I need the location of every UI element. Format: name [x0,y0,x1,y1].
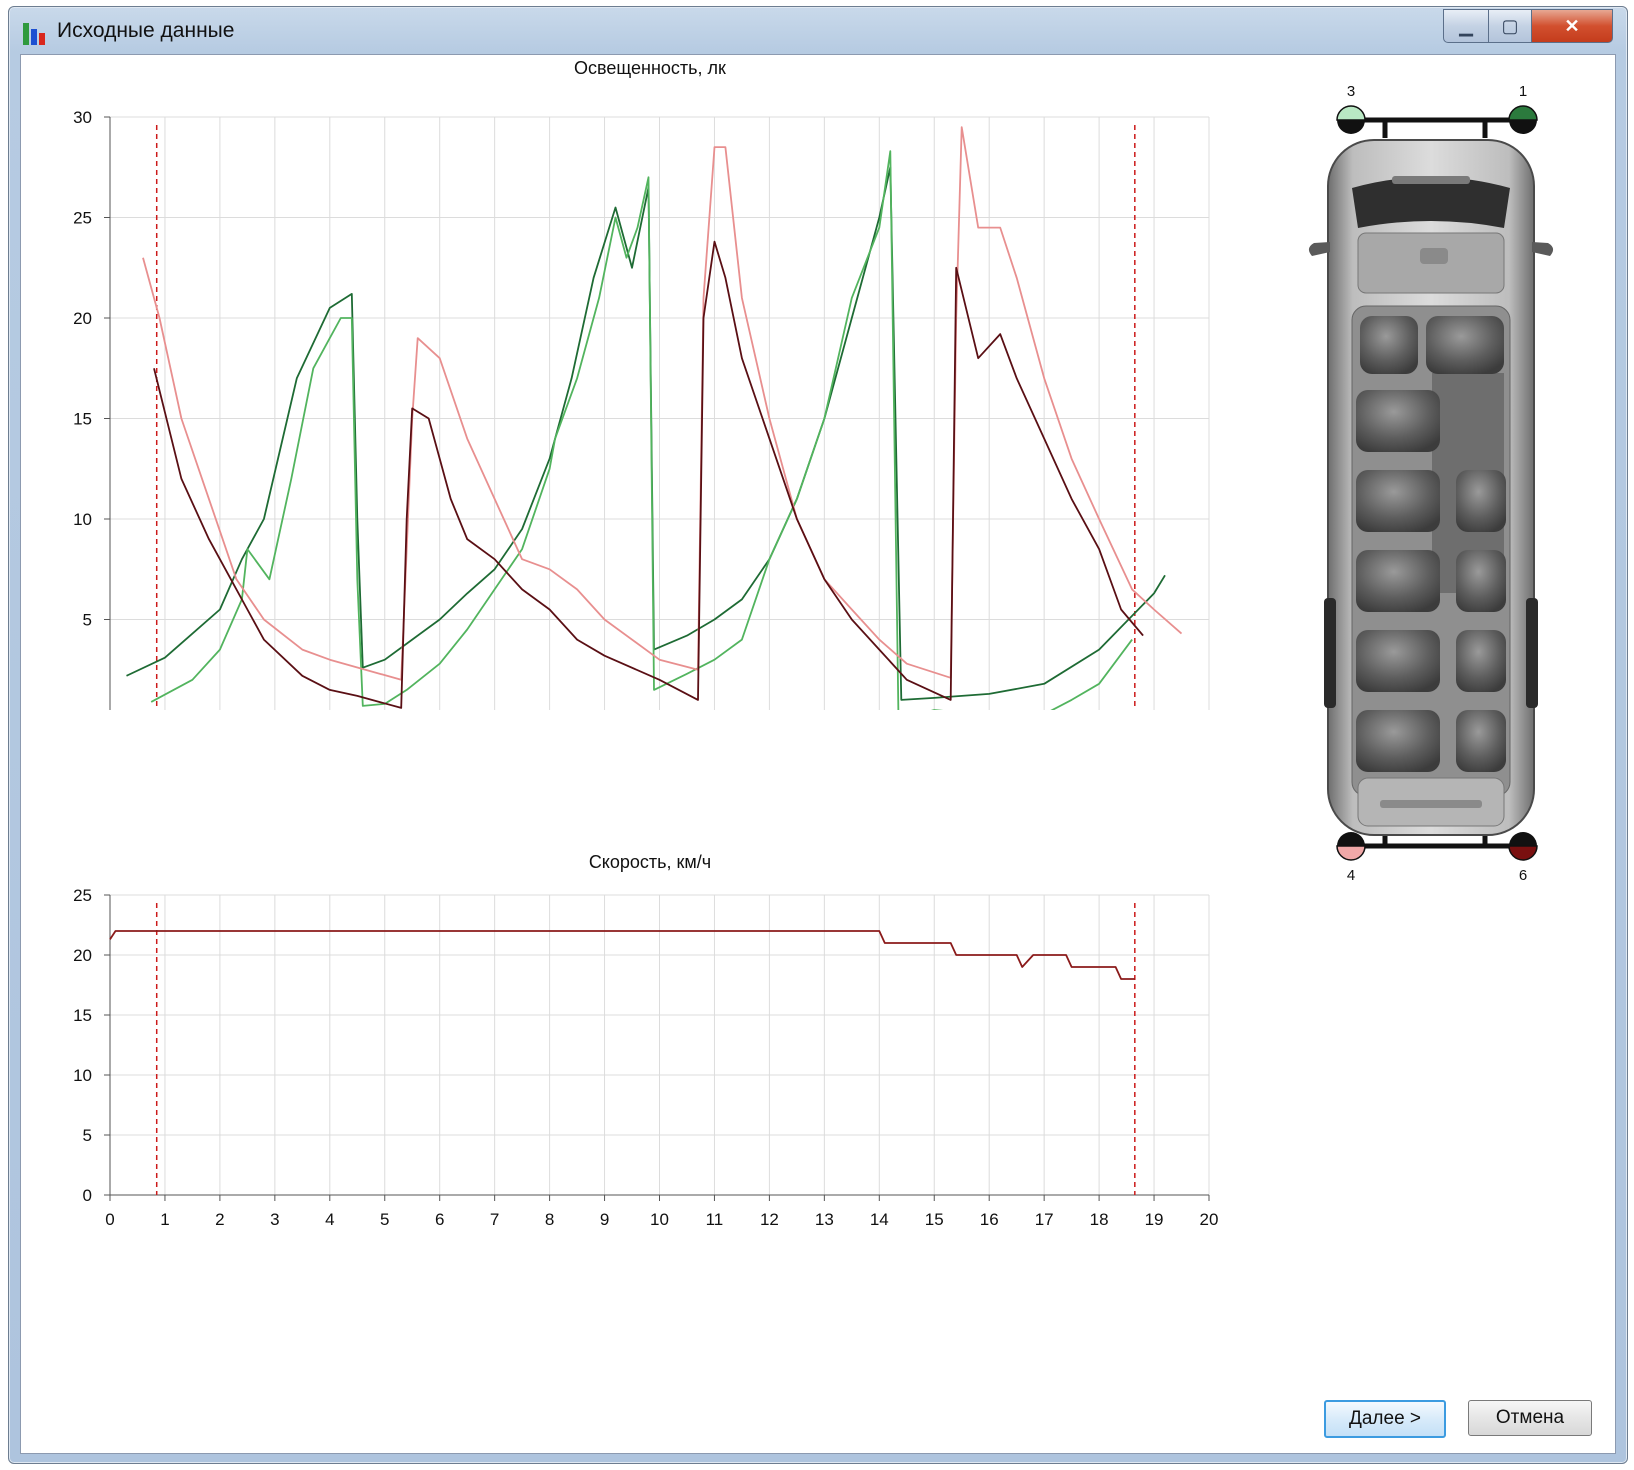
x-tick-label: 7 [490,1210,499,1229]
van-top-view [1308,139,1554,836]
chart-title: Скорость, км/ч [589,852,711,872]
sensor-bar-top [1350,117,1524,138]
x-tick-label: 15 [925,1210,944,1229]
series-line [150,150,1133,710]
seat-row-1 [1360,316,1504,374]
series-line [126,166,1166,701]
sensor-3-indicator [1336,105,1366,134]
vehicle-diagram: 3 1 4 6 [1308,83,1554,884]
next-button[interactable]: Далее > [1324,1400,1446,1438]
x-tick-label: 0 [105,1210,114,1229]
sensor-4-label: 4 [1347,867,1355,884]
seat-row-4 [1356,550,1506,612]
x-tick-label: 8 [545,1210,554,1229]
x-tick-label: 20 [1200,1210,1219,1229]
y-tick-label: 20 [73,309,92,328]
x-tick-label: 16 [980,1210,999,1229]
x-tick-label: 13 [815,1210,834,1229]
minimize-icon: ▁ [1459,15,1473,36]
sensor-1-indicator [1508,105,1538,134]
close-button[interactable]: ✕ [1532,9,1613,43]
x-tick-label: 19 [1145,1210,1164,1229]
y-tick-label: 15 [73,410,92,429]
y-tick-label: 15 [73,1006,92,1025]
series-line [142,126,1183,681]
x-tick-label: 1 [160,1210,169,1229]
x-tick-label: 10 [650,1210,669,1229]
speed-chart: Скорость, км/ч 0 1 2 3 4 5 6 7 8 9 10 11 12 13 14 15 16 1… [73,852,1219,1229]
x-tick-label: 18 [1090,1210,1109,1229]
y-tick-label: 25 [73,886,92,905]
y-tick-label: 10 [73,1066,92,1085]
x-tick-label: 12 [760,1210,779,1229]
maximize-icon: ▢ [1501,15,1519,36]
sensor-4-indicator [1336,832,1366,861]
seat-row-3 [1356,470,1506,532]
sensor-3-label: 3 [1347,83,1355,100]
sensor-6-label: 6 [1519,867,1527,884]
x-tick-label: 14 [870,1210,889,1229]
y-tick-label: 25 [73,209,92,228]
seat-row-2 [1356,390,1440,452]
chart-title: Освещенность, лк [574,58,726,78]
seat-row-6 [1356,710,1506,772]
sensor-1-label: 1 [1519,83,1527,100]
x-tick-label: 9 [600,1210,609,1229]
x-tick-label: 2 [215,1210,224,1229]
cancel-button[interactable]: Отмена [1468,1400,1592,1436]
x-tick-label: 17 [1035,1210,1054,1229]
y-tick-label: 0 [83,1186,92,1205]
y-tick-label: 5 [83,1126,92,1145]
series-line [153,240,1144,709]
x-tick-label: 6 [435,1210,444,1229]
window-controls: ▁ ▢ ✕ [1443,9,1613,43]
x-tick-label: 5 [380,1210,389,1229]
seat-row-5 [1356,630,1506,692]
y-tick-label: 30 [73,108,92,127]
y-tick-label: 5 [83,611,92,630]
illuminance-chart: Освещенность, лк 01234567891011121314151… [73,58,1210,710]
minimize-button[interactable]: ▁ [1443,9,1489,43]
y-tick-label: 10 [73,510,92,529]
x-tick-label: 4 [325,1210,334,1229]
close-icon: ✕ [1564,15,1580,36]
x-tick-label: 11 [706,1210,724,1229]
sensor-6-indicator [1508,832,1538,861]
y-tick-label: 20 [73,946,92,965]
maximize-button[interactable]: ▢ [1489,9,1532,43]
x-tick-label: 3 [270,1210,279,1229]
